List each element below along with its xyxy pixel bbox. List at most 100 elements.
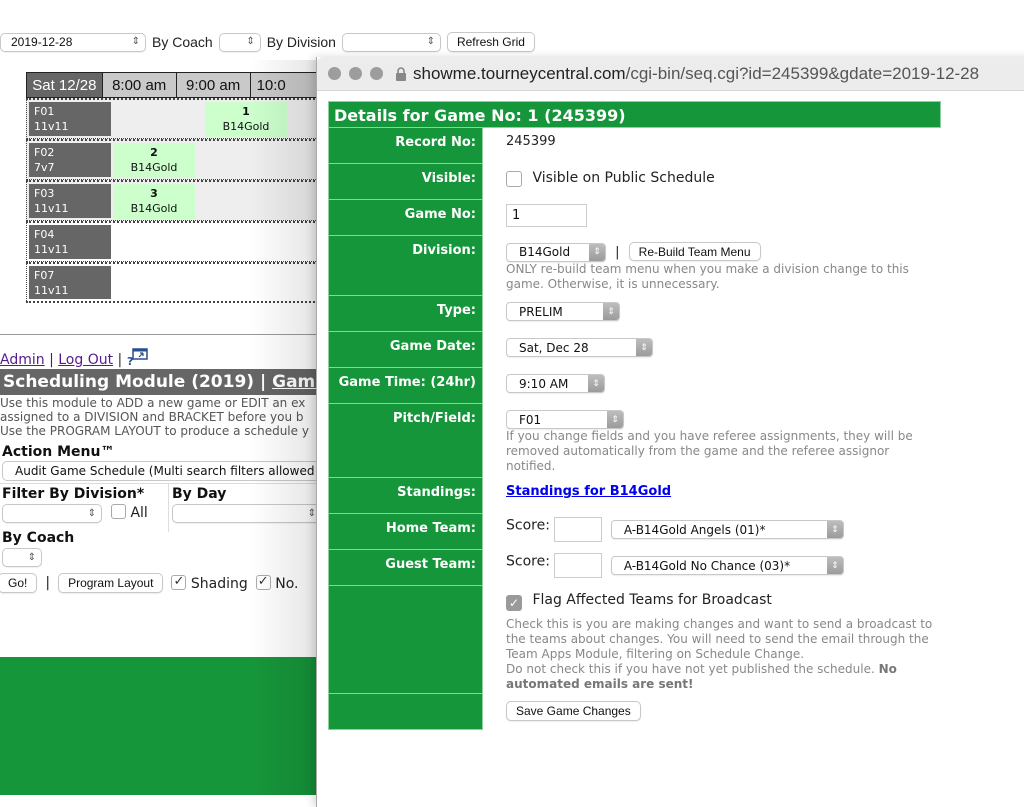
row-save: Save Game Changes bbox=[328, 694, 941, 730]
nav-links: Admin | Log Out | ? bbox=[0, 348, 149, 368]
module-desc-line: assigned to a DIVISION and BRACKET befor… bbox=[0, 410, 304, 424]
go-button[interactable]: Go! bbox=[0, 573, 38, 593]
row-record-no: Record No: 245399 bbox=[328, 128, 941, 164]
home-score-input[interactable] bbox=[554, 517, 603, 542]
module-title: Scheduling Module (2019) | bbox=[3, 372, 273, 392]
game-cell[interactable]: 1 B14Gold bbox=[205, 102, 287, 137]
schedule-grid: Sat 12/28 8:00 am 9:00 am 10:0 F01 11v11… bbox=[26, 72, 326, 303]
field-cell[interactable]: F07 11v11 bbox=[29, 266, 111, 299]
number-checkbox[interactable] bbox=[255, 574, 271, 590]
program-layout-button[interactable]: Program Layout bbox=[58, 573, 164, 593]
rebuild-team-menu-button[interactable]: Re-Build Team Menu bbox=[628, 242, 761, 261]
by-coach-select[interactable]: ⇕ bbox=[2, 548, 42, 567]
shading-toggle[interactable]: Shading bbox=[171, 574, 248, 592]
guest-team-select-value: A-B14Gold No Chance (03)* bbox=[623, 558, 791, 573]
save-row-label bbox=[328, 694, 483, 730]
zoom-window-button[interactable] bbox=[370, 67, 383, 80]
minimize-window-button[interactable] bbox=[349, 67, 362, 80]
number-toggle[interactable]: No. bbox=[255, 574, 298, 592]
updown-icon: ⇕ bbox=[307, 507, 316, 519]
visible-label: Visible: bbox=[328, 164, 483, 200]
row-visible: Visible: Visible on Public Schedule bbox=[328, 164, 941, 200]
by-day-select[interactable]: ⇕ bbox=[172, 504, 322, 523]
field-cell[interactable]: F02 7v7 bbox=[29, 143, 111, 177]
date-select[interactable]: 2019-12-28 ⇕ bbox=[0, 32, 146, 52]
game-details-window: showme.tourneycentral.com/cgi-bin/seq.cg… bbox=[316, 57, 1024, 807]
all-toggle[interactable]: All bbox=[111, 504, 148, 521]
field-cell[interactable]: F03 11v11 bbox=[29, 184, 111, 218]
coach-select[interactable]: ⇕ bbox=[218, 32, 261, 52]
game-number: 3 bbox=[150, 187, 158, 200]
window-titlebar[interactable]: showme.tourneycentral.com/cgi-bin/seq.cg… bbox=[317, 57, 1024, 91]
url-bar[interactable]: showme.tourneycentral.com/cgi-bin/seq.cg… bbox=[395, 64, 979, 84]
game-cell[interactable]: 2 B14Gold bbox=[113, 143, 195, 178]
logout-link[interactable]: Log Out bbox=[58, 352, 113, 368]
broadcast-label bbox=[328, 586, 483, 694]
game-number: 1 bbox=[242, 105, 250, 118]
filter-division-select[interactable]: ⇕ bbox=[2, 504, 102, 523]
game-cell[interactable]: 3 B14Gold bbox=[113, 184, 195, 219]
by-coach-label: By Coach bbox=[152, 34, 213, 50]
type-label: Type: bbox=[328, 296, 483, 332]
details-title: Details for Game No: 1 (245399) bbox=[328, 101, 941, 128]
game-division: B14Gold bbox=[130, 202, 178, 215]
save-game-changes-button[interactable]: Save Game Changes bbox=[506, 701, 641, 721]
save-field: Save Game Changes bbox=[483, 694, 941, 730]
updown-icon: ⇕ bbox=[131, 36, 140, 47]
action-menu-title: Action Menu™ bbox=[2, 444, 115, 460]
game-time-select[interactable]: 9:10 AM ⇕ bbox=[506, 374, 605, 393]
row-broadcast: ✓ Flag Affected Teams for Broadcast Chec… bbox=[328, 586, 941, 694]
division-select-value: B14Gold bbox=[519, 245, 571, 259]
visible-checkbox[interactable] bbox=[506, 171, 522, 187]
flag-toggle[interactable]: ✓ Flag Affected Teams for Broadcast bbox=[506, 592, 941, 611]
filter-division-label: Filter By Division* bbox=[2, 486, 145, 502]
help-icon[interactable]: ? bbox=[127, 348, 149, 368]
field-cell[interactable]: F04 11v11 bbox=[29, 225, 111, 259]
grid-toolbar-full: 2019-12-28 ⇕ By Coach ⇕ By Division ⇕ Re… bbox=[0, 32, 560, 52]
game-date-select[interactable]: Sat, Dec 28 ⇕ bbox=[506, 338, 653, 357]
close-window-button[interactable] bbox=[328, 67, 341, 80]
field-format: 11v11 bbox=[34, 284, 69, 297]
game-no-input[interactable]: 1 bbox=[506, 204, 587, 227]
game-time-label: Game Time: (24hr) bbox=[328, 368, 483, 404]
record-no-label: Record No: bbox=[328, 128, 483, 164]
day-header: Sat 12/28 bbox=[27, 73, 103, 97]
filter-box: Filter By Division* ⇕ All By Day ⇕ bbox=[0, 483, 322, 532]
divider bbox=[168, 484, 169, 532]
field-cell[interactable]: F01 11v11 bbox=[29, 102, 111, 136]
by-day-label: By Day bbox=[172, 486, 227, 502]
grid-row-f07: F07 11v11 bbox=[26, 262, 326, 303]
grid-header: Sat 12/28 8:00 am 9:00 am 10:0 bbox=[26, 72, 326, 98]
updown-icon: ⇕ bbox=[826, 557, 843, 574]
game-date-label: Game Date: bbox=[328, 332, 483, 368]
module-title-link[interactable]: Game bbox=[272, 372, 316, 392]
refresh-grid-button[interactable]: Refresh Grid bbox=[446, 32, 535, 52]
divider bbox=[0, 334, 316, 335]
flag-checkbox[interactable]: ✓ bbox=[506, 595, 522, 611]
type-select[interactable]: PRELIM ⇕ bbox=[506, 302, 620, 321]
all-checkbox[interactable] bbox=[111, 504, 126, 519]
game-time-field: 9:10 AM ⇕ bbox=[483, 368, 941, 404]
admin-link[interactable]: Admin bbox=[0, 352, 45, 368]
guest-score-input[interactable] bbox=[554, 553, 603, 578]
field-name: F07 bbox=[34, 269, 55, 282]
division-select[interactable]: ⇕ bbox=[341, 32, 441, 52]
field-name: F03 bbox=[34, 187, 55, 200]
separator: | bbox=[117, 352, 123, 368]
action-menu-select[interactable]: Audit Game Schedule (Multi search filter… bbox=[2, 461, 332, 481]
row-standings: Standings: Standings for B14Gold bbox=[328, 478, 941, 514]
standings-link[interactable]: Standings for B14Gold bbox=[506, 484, 671, 499]
svg-text:?: ? bbox=[127, 355, 133, 366]
shading-checkbox[interactable] bbox=[171, 574, 187, 590]
home-team-select[interactable]: A-B14Gold Angels (01)* ⇕ bbox=[610, 520, 844, 539]
guest-team-select[interactable]: A-B14Gold No Chance (03)* ⇕ bbox=[610, 556, 844, 575]
grid-row-f01: F01 11v11 1 B14Gold bbox=[26, 98, 326, 139]
field-select[interactable]: F01 ⇕ bbox=[506, 410, 624, 429]
page-footer bbox=[0, 657, 316, 795]
by-coach-label-2: By Coach bbox=[2, 530, 75, 546]
updown-icon: ⇕ bbox=[826, 521, 843, 538]
division-select[interactable]: B14Gold ⇕ bbox=[506, 242, 606, 262]
flag-note: Check this is you are making changes and… bbox=[506, 617, 933, 661]
by-division-label: By Division bbox=[266, 34, 336, 50]
flag-warning-text: Do not check this if you have not yet pu… bbox=[506, 662, 879, 676]
